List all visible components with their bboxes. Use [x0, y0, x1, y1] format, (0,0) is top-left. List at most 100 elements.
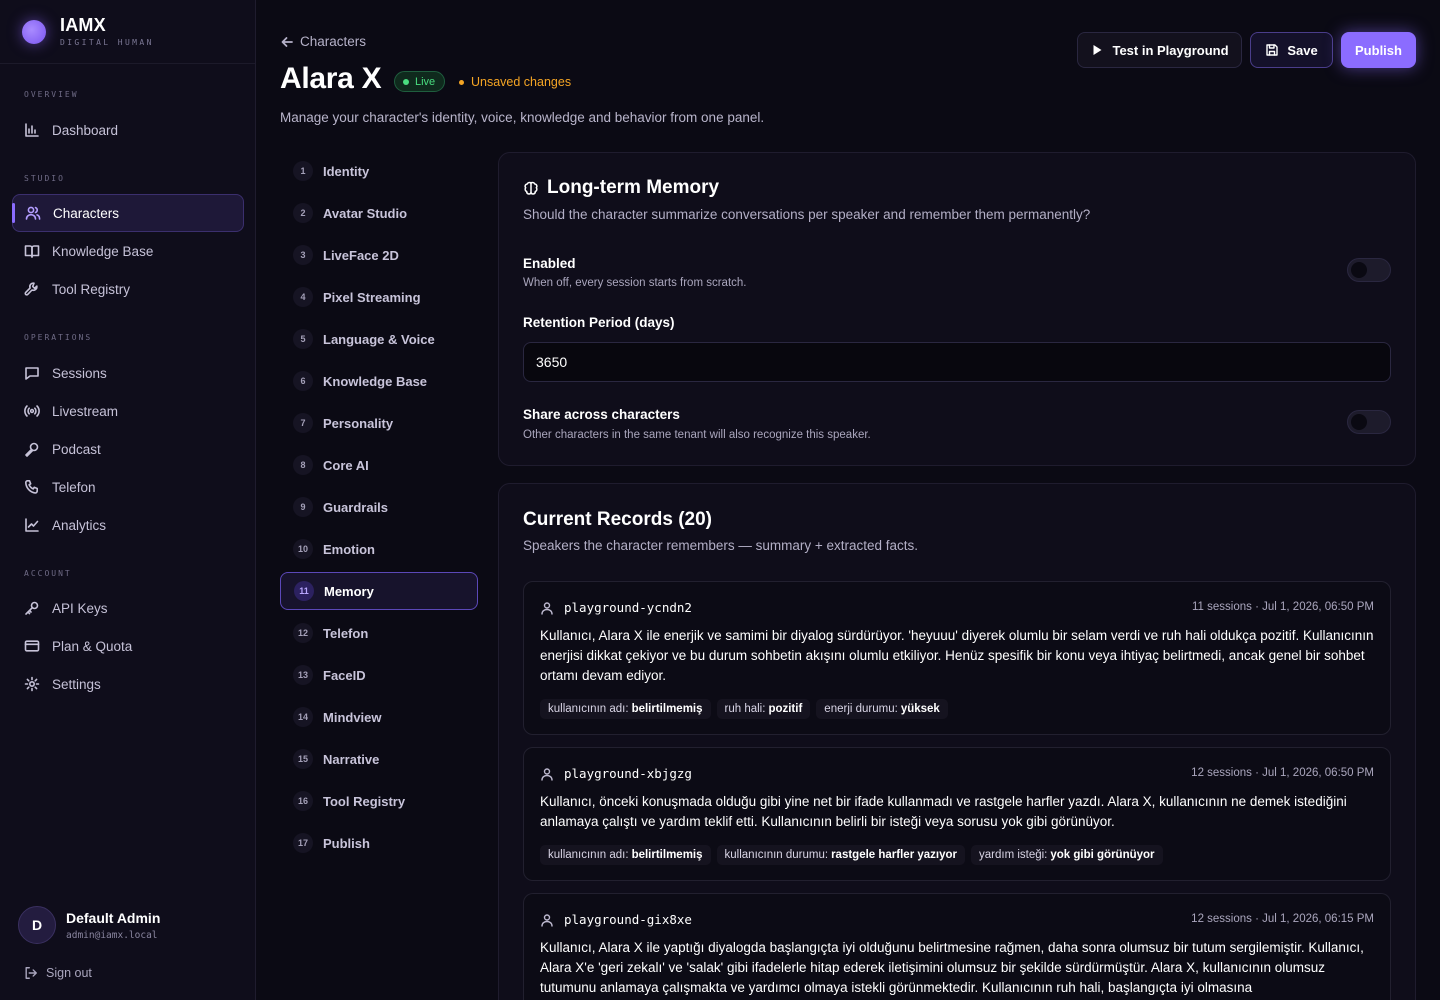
brand-subtitle: DIGITAL HUMAN — [60, 38, 154, 47]
sidebar-item-label: Plan & Quota — [52, 638, 133, 654]
record-speaker-id: playground-xbjgzg — [564, 766, 692, 781]
book-icon — [24, 243, 40, 259]
sidebar-item-telefon[interactable]: Telefon — [12, 468, 244, 506]
record-meta: 12 sessions · Jul 1, 2026, 06:50 PM — [1191, 767, 1374, 779]
step-number: 14 — [293, 707, 313, 727]
step-knowledge-base[interactable]: 6 Knowledge Base — [280, 362, 478, 400]
brand[interactable]: IAMX DIGITAL HUMAN — [0, 0, 255, 64]
sidebar-item-dashboard[interactable]: Dashboard — [12, 111, 244, 149]
step-label: Emotion — [323, 541, 375, 557]
sidebar-item-label: Sessions — [52, 365, 107, 381]
unsaved-label: Unsaved changes — [471, 75, 572, 89]
step-label: Telefon — [323, 625, 369, 641]
step-number: 16 — [293, 791, 313, 811]
step-liveface-2d[interactable]: 3 LiveFace 2D — [280, 236, 478, 274]
status-badge-label: Live — [415, 75, 436, 88]
chat-icon — [24, 365, 40, 381]
sidebar-item-analytics[interactable]: Analytics — [12, 506, 244, 544]
sidebar-item-settings[interactable]: Settings — [12, 665, 244, 703]
brand-logo-icon — [22, 19, 46, 44]
avatar: D — [18, 906, 56, 944]
sign-out-button[interactable]: Sign out — [24, 966, 92, 980]
step-tool-registry[interactable]: 16 Tool Registry — [280, 782, 478, 820]
step-emotion[interactable]: 10 Emotion — [280, 530, 478, 568]
record-header: playground-ycndn2 — [540, 600, 692, 615]
save-button[interactable]: Save — [1250, 32, 1333, 68]
step-number: 1 — [293, 161, 313, 181]
retention-input[interactable]: 3650 — [523, 342, 1391, 382]
sidebar-item-livestream[interactable]: Livestream — [12, 392, 244, 430]
sidebar-item-plan-quota[interactable]: Plan & Quota — [12, 627, 244, 665]
key-icon — [24, 600, 40, 616]
step-number: 9 — [293, 497, 313, 517]
step-avatar-studio[interactable]: 2 Avatar Studio — [280, 194, 478, 232]
step-core-ai[interactable]: 8 Core AI — [280, 446, 478, 484]
enabled-label: Enabled — [523, 256, 576, 271]
sidebar-item-sessions[interactable]: Sessions — [12, 354, 244, 392]
memory-card-title: Long-term Memory — [523, 177, 719, 199]
step-number: 10 — [293, 539, 313, 559]
publish-button[interactable]: Publish — [1341, 32, 1416, 68]
step-narrative[interactable]: 15 Narrative — [280, 740, 478, 778]
page-description: Manage your character's identity, voice,… — [280, 110, 765, 125]
sidebar-item-tool-registry[interactable]: Tool Registry — [12, 270, 244, 308]
step-telefon[interactable]: 12 Telefon — [280, 614, 478, 652]
sidebar: IAMX DIGITAL HUMAN OVERVIEW Dashboard ST… — [0, 0, 256, 1000]
step-publish[interactable]: 17 Publish — [280, 824, 478, 862]
step-label: Language & Voice — [323, 331, 435, 347]
sidebar-item-api-keys[interactable]: API Keys — [12, 589, 244, 627]
sidebar-item-label: Characters — [53, 205, 120, 221]
line-chart-icon — [24, 517, 40, 533]
enabled-toggle[interactable] — [1347, 258, 1391, 282]
sidebar-item-knowledge-base[interactable]: Knowledge Base — [12, 232, 244, 270]
user-email: admin@iamx.local — [66, 929, 158, 941]
credit-card-icon — [24, 638, 40, 654]
user-name: Default Admin — [66, 909, 161, 926]
step-number: 2 — [293, 203, 313, 223]
step-personality[interactable]: 7 Personality — [280, 404, 478, 442]
user-profile[interactable]: D Default Admin admin@iamx.local — [18, 906, 160, 944]
sidebar-item-label: Tool Registry — [52, 281, 131, 297]
step-label: Personality — [323, 415, 394, 431]
step-label: Narrative — [323, 751, 380, 767]
step-identity[interactable]: 1 Identity — [280, 152, 478, 190]
step-label: FaceID — [323, 667, 366, 683]
test-in-playground-button[interactable]: Test in Playground — [1077, 32, 1242, 68]
retention-label: Retention Period (days) — [523, 315, 675, 330]
fact-tag: kullanıcının adı: belirtilmemiş — [540, 845, 711, 865]
arrow-left-icon — [280, 35, 294, 49]
step-language-voice[interactable]: 5 Language & Voice — [280, 320, 478, 358]
toggle-knob — [1351, 414, 1367, 430]
share-across-characters-toggle[interactable] — [1347, 410, 1391, 434]
step-memory[interactable]: 11 Memory — [280, 572, 478, 610]
user-icon — [540, 767, 554, 781]
microphone-icon — [24, 441, 40, 457]
step-label: Knowledge Base — [323, 373, 428, 389]
step-faceid[interactable]: 13 FaceID — [280, 656, 478, 694]
save-icon — [1265, 43, 1279, 57]
memory-record[interactable]: playground-ycndn2 11 sessions · Jul 1, 2… — [523, 581, 1391, 735]
brand-name: IAMX — [60, 15, 106, 35]
memory-record[interactable]: playground-xbjgzg 12 sessions · Jul 1, 2… — [523, 747, 1391, 881]
step-label: Publish — [323, 835, 370, 851]
step-number: 6 — [293, 371, 313, 391]
logout-icon — [24, 966, 38, 980]
back-to-characters-link[interactable]: Characters — [280, 34, 366, 49]
step-number: 4 — [293, 287, 313, 307]
record-summary: Kullanıcı, Alara X ile enerjik ve samimi… — [540, 628, 1374, 683]
record-summary: Kullanıcı, Alara X ile yaptığı diyalogda… — [540, 940, 1364, 995]
save-label: Save — [1287, 42, 1318, 58]
sidebar-item-podcast[interactable]: Podcast — [12, 430, 244, 468]
step-number: 15 — [293, 749, 313, 769]
step-guardrails[interactable]: 9 Guardrails — [280, 488, 478, 526]
sidebar-item-label: Podcast — [52, 441, 101, 457]
step-mindview[interactable]: 14 Mindview — [280, 698, 478, 736]
step-pixel-streaming[interactable]: 4 Pixel Streaming — [280, 278, 478, 316]
sidebar-item-label: Analytics — [52, 517, 107, 533]
memory-record[interactable]: playground-gix8xe 12 sessions · Jul 1, 2… — [523, 893, 1391, 1000]
step-number: 13 — [293, 665, 313, 685]
record-speaker-id: playground-gix8xe — [564, 912, 692, 927]
sidebar-item-characters[interactable]: Characters — [12, 194, 244, 232]
fact-tag: enerji durumu: yüksek — [816, 699, 948, 719]
step-number: 17 — [293, 833, 313, 853]
